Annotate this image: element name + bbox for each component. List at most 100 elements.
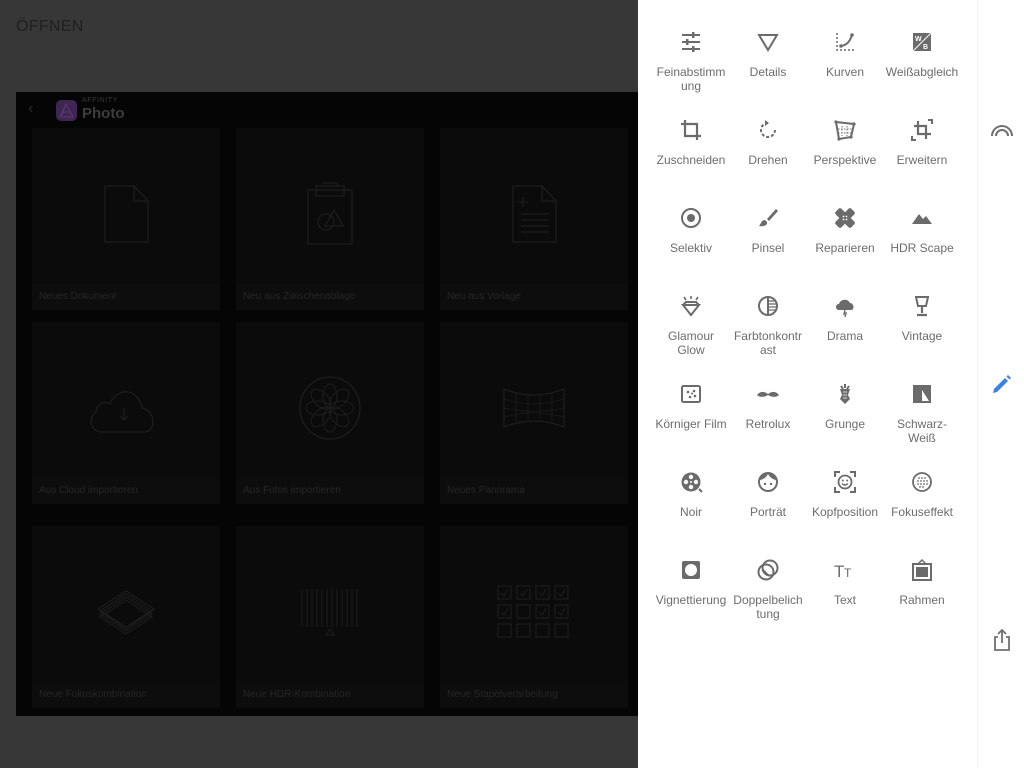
curves-icon bbox=[833, 30, 857, 54]
tile-new-document[interactable]: Neues Dokument bbox=[32, 128, 220, 310]
tool-grunge[interactable]: Grunge bbox=[806, 352, 884, 432]
tool-feinabstimmung[interactable]: Feinabstimm ung bbox=[652, 0, 730, 93]
tool-label-line1: Körniger Film bbox=[655, 417, 727, 431]
tile-new-from-template[interactable]: Neu aus Vorlage bbox=[440, 128, 628, 310]
tool-label-line1: Feinabstimm bbox=[656, 65, 726, 79]
tool-label: Details bbox=[725, 65, 811, 79]
tool-label-line1: Doppelbelich bbox=[733, 593, 803, 607]
tool-label: Kopfposition bbox=[802, 505, 888, 519]
storm-cloud-icon bbox=[833, 294, 857, 318]
lamp-icon bbox=[910, 294, 934, 318]
tool-details[interactable]: Details bbox=[729, 0, 807, 80]
batch-checkbox-grid-icon bbox=[497, 585, 569, 638]
tool-rahmen[interactable]: Rahmen bbox=[883, 528, 961, 608]
tool-farbtonkontrast[interactable]: Farbtonkontr ast bbox=[729, 264, 807, 357]
hdr-bars-icon bbox=[301, 589, 358, 636]
tool-label: Drehen bbox=[725, 153, 811, 167]
tool-noir[interactable]: Noir bbox=[652, 440, 730, 520]
tile-new-focus-merge[interactable]: Neue Fokuskombination bbox=[32, 526, 220, 708]
cloud-download-icon bbox=[90, 391, 154, 433]
crop-icon bbox=[679, 118, 703, 142]
tool-weißabgleich[interactable]: W B Weißabgleich bbox=[883, 0, 961, 80]
tool-text[interactable]: T T Text bbox=[806, 528, 884, 608]
tool-drama[interactable]: Drama bbox=[806, 264, 884, 344]
tile-new-from-clipboard[interactable]: Neu aus Zwischenablage bbox=[236, 128, 424, 310]
tool-retrolux[interactable]: Retrolux bbox=[729, 352, 807, 432]
tile-import-cloud[interactable]: Aus Cloud importieren bbox=[32, 322, 220, 504]
tool-label-line1: Text bbox=[833, 593, 856, 607]
edit-button[interactable] bbox=[990, 372, 1014, 396]
tool-label-line1: Erweitern bbox=[896, 153, 948, 167]
tool-kurven[interactable]: Kurven bbox=[806, 0, 884, 80]
double-exposure-icon bbox=[756, 558, 780, 582]
focus-stack-icon bbox=[96, 590, 156, 635]
tool-hdr-scape[interactable]: HDR Scape bbox=[883, 176, 961, 256]
tile-label: Neue Stapelverarbeitung bbox=[440, 682, 628, 708]
selective-target-icon bbox=[679, 206, 703, 230]
tool-zuschneiden[interactable]: Zuschneiden bbox=[652, 88, 730, 168]
guitar-icon bbox=[833, 382, 857, 406]
template-document-icon bbox=[512, 185, 557, 243]
tile-new-hdr-merge[interactable]: Neue HDR-Kombination bbox=[236, 526, 424, 708]
tool-label: Selektiv bbox=[648, 241, 734, 255]
tool-kopfposition[interactable]: Kopfposition bbox=[806, 440, 884, 520]
tool-label-line1: Fokuseffekt bbox=[891, 505, 953, 519]
tune-sliders-icon bbox=[679, 30, 703, 54]
edit-pencil-icon bbox=[993, 375, 1011, 393]
tool-label: Erweitern bbox=[879, 153, 965, 167]
tool-pinsel[interactable]: Pinsel bbox=[729, 176, 807, 256]
tool-schwarz-weiß[interactable]: Schwarz- Weiß bbox=[883, 352, 961, 445]
tool-vignettierung[interactable]: Vignettierung bbox=[652, 528, 730, 608]
tool-fokuseffekt[interactable]: Fokuseffekt bbox=[883, 440, 961, 520]
rotate-icon bbox=[756, 118, 780, 142]
tool-label-line1: Perspektive bbox=[813, 153, 877, 167]
tool-perspektive[interactable]: Perspektive bbox=[806, 88, 884, 168]
chevron-left-icon[interactable]: ‹ bbox=[28, 100, 33, 118]
panorama-grid-icon bbox=[503, 388, 565, 428]
tool-körniger-film[interactable]: Körniger Film bbox=[652, 352, 730, 432]
tool-label: Noir bbox=[648, 505, 734, 519]
tool-glamour-glow[interactable]: Glamour Glow bbox=[652, 264, 730, 357]
tile-label: Aus Fotos importieren bbox=[236, 478, 424, 504]
tile-import-photos[interactable]: Aus Fotos importieren bbox=[236, 322, 424, 504]
tool-label-line1: Vignettierung bbox=[655, 593, 727, 607]
focus-effect-icon bbox=[910, 470, 934, 494]
tool-label-line1: Retrolux bbox=[745, 417, 791, 431]
looks-button[interactable] bbox=[990, 117, 1014, 141]
tool-label: Drama bbox=[802, 329, 888, 343]
svg-text:T: T bbox=[844, 566, 852, 580]
tool-reparieren[interactable]: Reparieren bbox=[806, 176, 884, 256]
face-frame-icon bbox=[833, 470, 857, 494]
page-title: ÖFFNEN bbox=[16, 18, 84, 35]
svg-text:W: W bbox=[915, 36, 922, 43]
tool-label-line1: Pinsel bbox=[751, 241, 785, 255]
share-button[interactable] bbox=[990, 628, 1014, 652]
tool-drehen[interactable]: Drehen bbox=[729, 88, 807, 168]
tool-label: Weißabgleich bbox=[879, 65, 965, 79]
tool-label: Vintage bbox=[879, 329, 965, 343]
app-header: ‹ AFFINITY Photo bbox=[16, 92, 638, 126]
affinity-photo-logo bbox=[56, 100, 77, 121]
perspective-icon bbox=[833, 118, 857, 142]
mountains-icon bbox=[910, 206, 934, 230]
tool-erweitern[interactable]: Erweitern bbox=[883, 88, 961, 168]
tool-label-line2: tung bbox=[756, 607, 780, 621]
tool-label: Vignettierung bbox=[648, 593, 734, 607]
tool-label-line1: Kopfposition bbox=[811, 505, 879, 519]
mustache-icon bbox=[756, 382, 780, 406]
tool-label-line1: Noir bbox=[679, 505, 702, 519]
tile-new-panorama[interactable]: Neues Panorama bbox=[440, 322, 628, 504]
tool-label-line1: Porträt bbox=[749, 505, 786, 519]
black-white-icon bbox=[910, 382, 934, 406]
tool-doppelbelichtung[interactable]: Doppelbelich tung bbox=[729, 528, 807, 621]
tile-new-batch[interactable]: Neue Stapelverarbeitung bbox=[440, 526, 628, 708]
tool-label: Text bbox=[802, 593, 888, 607]
tool-label: Fokuseffekt bbox=[879, 505, 965, 519]
tool-porträt[interactable]: Porträt bbox=[729, 440, 807, 520]
tool-vintage[interactable]: Vintage bbox=[883, 264, 961, 344]
tool-selektiv[interactable]: Selektiv bbox=[652, 176, 730, 256]
clipboard-icon bbox=[307, 182, 353, 245]
tile-label: Neue Fokuskombination bbox=[32, 682, 220, 708]
tool-label: Doppelbelich tung bbox=[725, 593, 811, 621]
tool-label-line1: Reparieren bbox=[815, 241, 875, 255]
